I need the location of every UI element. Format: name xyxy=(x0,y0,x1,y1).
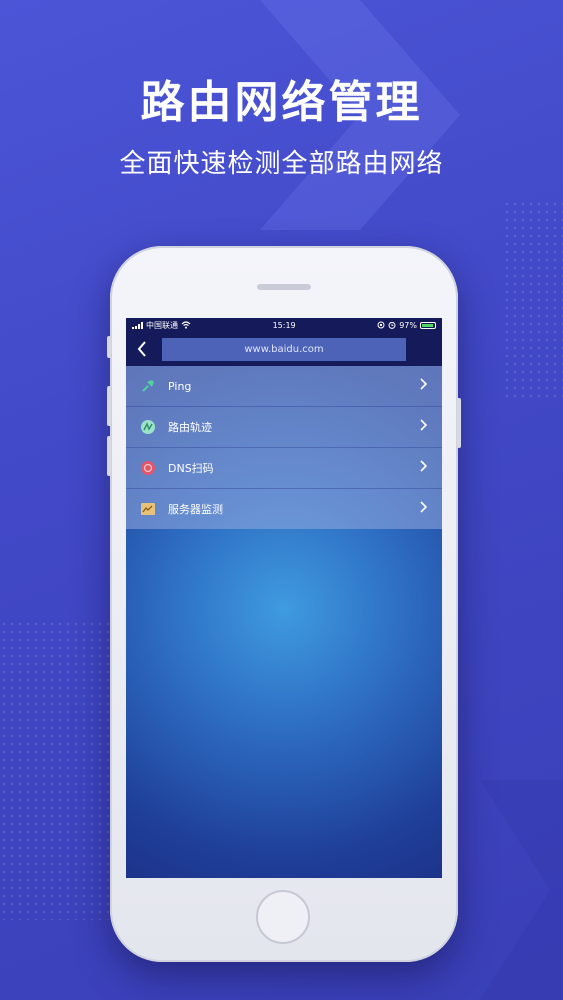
menu-item-server-monitor[interactable]: 服务器监测 xyxy=(126,489,442,529)
wifi-icon xyxy=(181,321,191,329)
phone-side-button xyxy=(107,336,111,358)
menu-item-dns-scan[interactable]: DNS扫码 xyxy=(126,448,442,489)
chevron-right-icon xyxy=(420,460,428,476)
monitor-icon xyxy=(140,501,156,517)
back-button[interactable] xyxy=(126,332,158,366)
signal-icon xyxy=(132,321,143,329)
alarm-icon xyxy=(388,321,396,329)
tool-menu: Ping 路由轨迹 DNS扫码 服务器监测 xyxy=(126,366,442,529)
carrier-label: 中国联通 xyxy=(146,320,178,330)
menu-item-label: 服务器监测 xyxy=(168,503,223,516)
battery-icon xyxy=(420,321,436,329)
chevron-right-icon xyxy=(420,501,428,517)
battery-percent: 97% xyxy=(399,320,417,330)
menu-item-route-trace[interactable]: 路由轨迹 xyxy=(126,407,442,448)
menu-item-label: DNS扫码 xyxy=(168,462,214,475)
background-chevron-decoration-bottom xyxy=(480,780,563,1000)
status-bar: 中国联通 15:19 97% xyxy=(126,318,442,332)
phone-volume-down-button xyxy=(107,436,111,476)
chevron-right-icon xyxy=(420,419,428,435)
phone-power-button xyxy=(457,398,461,448)
orientation-lock-icon xyxy=(377,321,385,329)
menu-item-ping[interactable]: Ping xyxy=(126,366,442,407)
page-subheadline: 全面快速检测全部路由网络 xyxy=(119,149,444,179)
menu-item-label: Ping xyxy=(168,379,192,393)
dns-icon xyxy=(140,460,156,476)
nav-bar: www.baidu.com xyxy=(126,332,442,366)
phone-volume-up-button xyxy=(107,386,111,426)
menu-item-label: 路由轨迹 xyxy=(168,421,212,434)
phone-speaker xyxy=(257,284,311,290)
route-icon xyxy=(140,419,156,435)
chevron-right-icon xyxy=(420,378,428,394)
page-headline: 路由网络管理 xyxy=(140,77,423,128)
home-button[interactable] xyxy=(256,890,310,944)
phone-mockup: 中国联通 15:19 97% www.baidu.com Ping 路由轨迹 D… xyxy=(107,246,461,962)
url-input[interactable]: www.baidu.com xyxy=(162,338,406,361)
background-dot-pattern-right xyxy=(503,200,563,400)
status-time: 15:19 xyxy=(272,320,296,330)
phone-screen: 中国联通 15:19 97% www.baidu.com Ping 路由轨迹 D… xyxy=(126,318,442,878)
pin-icon xyxy=(140,378,156,394)
chevron-left-icon xyxy=(137,341,146,357)
